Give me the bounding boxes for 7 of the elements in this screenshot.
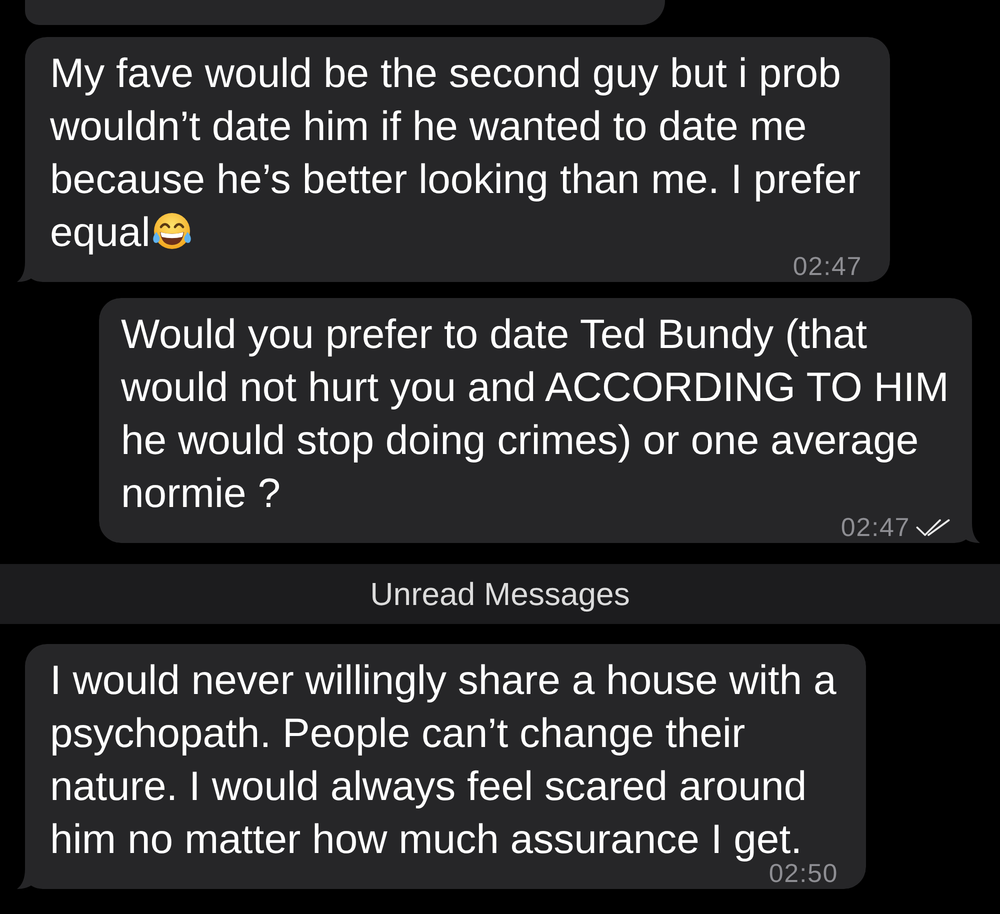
message-time: 02:50: [768, 863, 838, 883]
message-time: 02:47: [840, 517, 910, 537]
message-text: I would never willingly share a house with a psychopath. People can’t change their nature. I would always feel scared around him no matter how much assurance I get.: [50, 657, 836, 862]
message-time: 02:47: [792, 256, 862, 276]
message-text: Would you prefer to date Ted Bundy (that would not hurt you and ACCORDING TO HIM he would stop doing crimes) or one average normie ?: [121, 311, 949, 516]
unread-messages-bar: Unread Messages: [0, 564, 1000, 624]
message-text: My fave would be the second guy but i prob wouldn’t date him if he wanted to date me because he’s better looking than me. I prefer equal: [50, 50, 861, 255]
